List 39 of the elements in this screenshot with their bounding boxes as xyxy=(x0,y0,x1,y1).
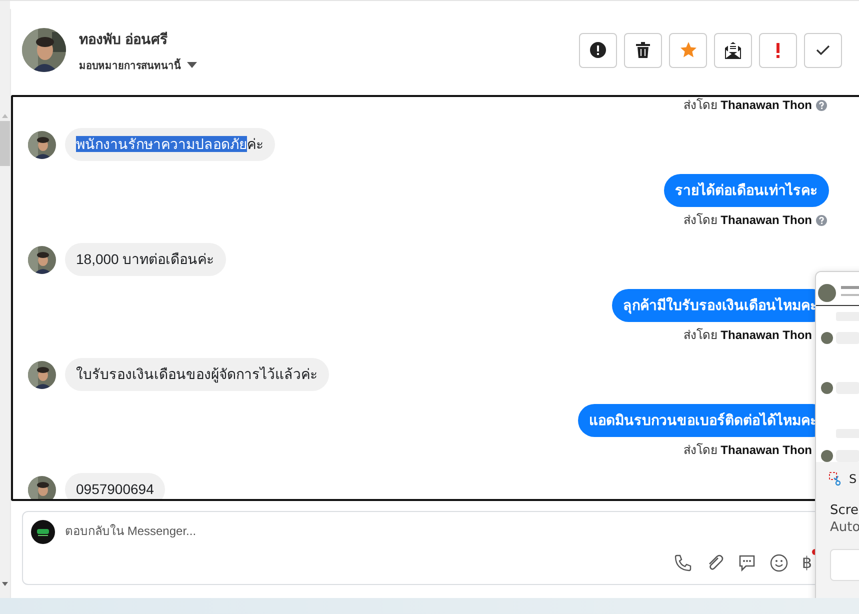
message-bubble: ใบรับรองเงินเดือนของผู้จัดการไว้แล้วค่ะ xyxy=(65,358,329,391)
emoji-icon[interactable] xyxy=(770,554,788,572)
reply-field[interactable]: ตอบกลับใน Messenger... xyxy=(65,524,565,538)
envelope-icon xyxy=(725,42,741,58)
check-button[interactable] xyxy=(804,32,842,68)
scrollbar-thumb[interactable] xyxy=(0,121,10,166)
app-name: S xyxy=(849,472,857,486)
message-bubble: 18,000 บาทต่อเดือนค่ะ xyxy=(65,243,226,276)
mail-button[interactable] xyxy=(714,32,752,68)
scrollbar[interactable] xyxy=(0,1,10,599)
message-bubble: รายได้ต่อเดือนเท่าไรคะ xyxy=(664,174,829,207)
sent-by-label: ส่งโดย Thanawan Thon xyxy=(683,443,812,457)
scroll-down-icon[interactable] xyxy=(1,581,9,587)
caret-icon xyxy=(187,62,197,68)
contact-name: ทองพับ อ่อนศรี xyxy=(79,30,169,48)
bang-button[interactable] xyxy=(759,32,797,68)
notification-title: Scre xyxy=(830,503,859,518)
alert-icon xyxy=(590,42,606,58)
scissors-icon xyxy=(829,472,843,486)
chat-icon[interactable] xyxy=(738,554,756,572)
trash-icon xyxy=(636,42,650,58)
sent-by-label: ส่งโดย Thanawan Thon xyxy=(683,213,812,227)
notification-text: Auto xyxy=(830,520,859,535)
page-logo-icon xyxy=(31,520,55,544)
alert-button[interactable] xyxy=(579,32,617,68)
sent-by-label: ส่งโดย Thanawan Thon xyxy=(683,98,812,112)
trash-button[interactable] xyxy=(624,32,662,68)
sent-by-label: ส่งโดย Thanawan Thon xyxy=(683,328,812,342)
payment-button[interactable]: ฿ xyxy=(802,553,812,572)
assign-dropdown[interactable]: มอบหมายการสนทนานี้ xyxy=(79,58,197,72)
star-button[interactable] xyxy=(669,32,707,68)
help-icon[interactable] xyxy=(816,214,827,226)
exclamation-icon xyxy=(776,42,780,58)
check-icon xyxy=(816,45,830,55)
phone-icon[interactable] xyxy=(674,554,692,572)
star-icon xyxy=(680,42,696,58)
help-icon[interactable] xyxy=(816,100,827,110)
message-bubble: 0957900694 xyxy=(65,473,165,499)
message-bubble: พนักงานรักษาความปลอดภัยค่ะ xyxy=(65,128,275,161)
